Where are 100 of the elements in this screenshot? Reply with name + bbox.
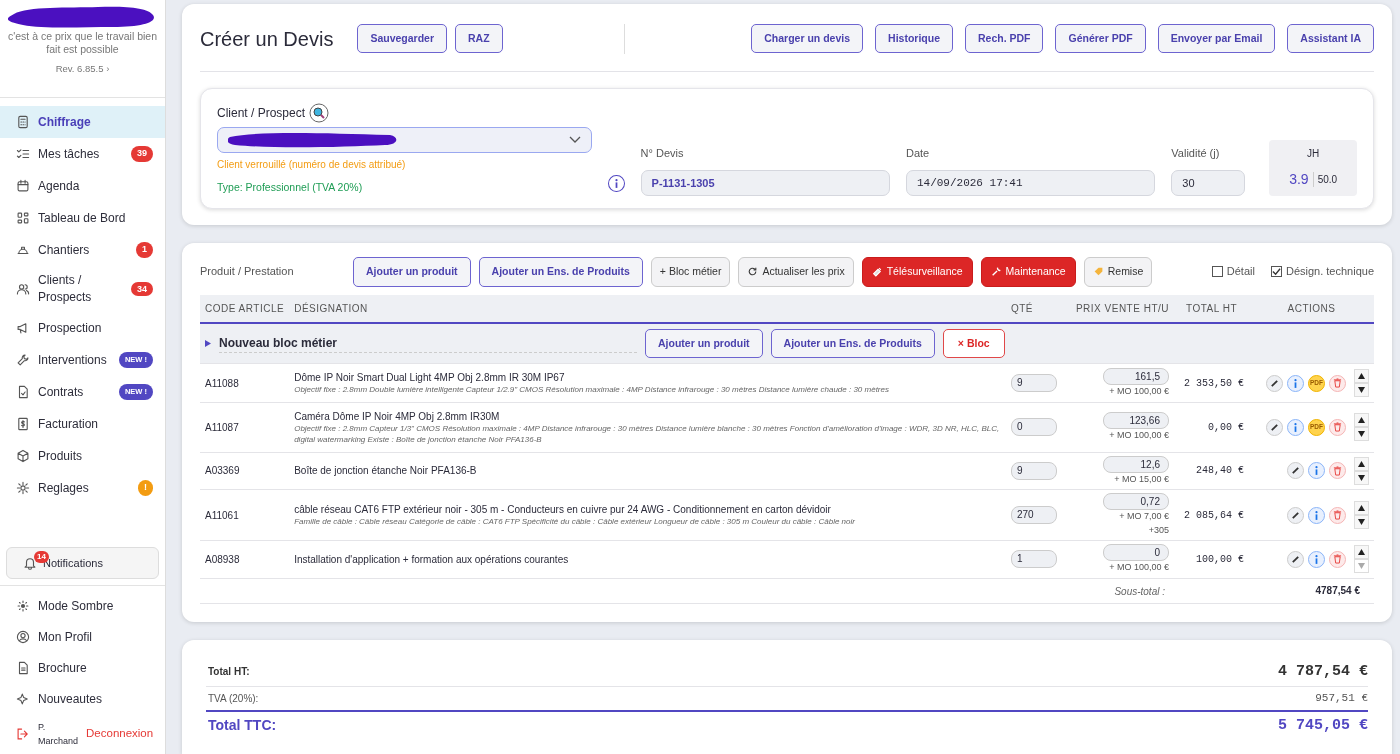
nav-item[interactable]: Produits — [0, 440, 165, 472]
info-icon[interactable] — [1308, 506, 1325, 524]
nav-item[interactable]: Mes tâches 39 — [0, 138, 165, 170]
delete-icon[interactable] — [1329, 418, 1346, 436]
toolbar-button[interactable]: Envoyer par Email — [1157, 23, 1276, 54]
edit-icon[interactable] — [1266, 418, 1283, 436]
document-check-icon — [16, 385, 30, 399]
move-down-button[interactable] — [1354, 383, 1369, 398]
quantity-field[interactable]: 1 — [1010, 550, 1057, 569]
column-header: ACTIONS — [1249, 294, 1374, 323]
input-field[interactable]: 14/09/2026 17:41 — [905, 169, 1156, 196]
field-label: Date — [905, 146, 931, 162]
info-icon[interactable] — [608, 174, 625, 192]
quantity-field[interactable]: 9 — [1010, 461, 1057, 480]
toolbar-button[interactable]: Ajouter un produit — [353, 256, 471, 287]
move-down-button[interactable] — [1354, 427, 1369, 442]
quantity-field[interactable]: 0 — [1010, 418, 1057, 437]
triangle-down-icon — [1358, 563, 1365, 570]
nav-item[interactable]: Tableau de Bord — [0, 202, 165, 234]
toolbar-button[interactable]: Ajouter un produit — [645, 328, 763, 359]
quantity-field[interactable]: 270 — [1010, 506, 1057, 525]
column-header: DÉSIGNATION — [289, 294, 1006, 323]
price-field[interactable]: 161,5 — [1103, 367, 1169, 385]
nav-item[interactable]: Nouveautes — [0, 683, 165, 714]
logout-link[interactable]: Deconnexion — [86, 725, 154, 743]
nav-item[interactable]: Prospection — [0, 312, 165, 344]
toolbar-button[interactable]: Télésurveillance — [861, 256, 973, 287]
page-title: Créer un Devis — [200, 26, 334, 52]
caret-icon[interactable] — [205, 339, 211, 347]
wrench-icon — [990, 266, 1002, 278]
nav-item[interactable]: Facturation — [0, 408, 165, 440]
table-cell: A11061 — [200, 489, 290, 541]
toolbar-button[interactable]: RAZ — [455, 23, 503, 54]
input-field[interactable]: 30 — [1171, 169, 1246, 196]
toolbar-button[interactable]: Remise — [1083, 256, 1153, 287]
toolbar-button[interactable]: Ajouter un Ens. de Produits — [770, 328, 935, 359]
product-description: Objectif fixe : 2.8mm Double lumière intelligente Capteur 1/2.9" CMOS Résolution maximale : 4MP Distance infrarouge : 30 mètres Distance lumière chaude : 30 mètres — [294, 385, 890, 397]
version-link[interactable]: Rev. 6.85.5 › — [6, 62, 159, 77]
price-field[interactable]: 12,6 — [1103, 455, 1169, 473]
move-down-button[interactable] — [1354, 515, 1369, 530]
price-field[interactable]: 123,66 — [1103, 412, 1169, 430]
move-up-button[interactable] — [1354, 501, 1369, 516]
move-up-button[interactable] — [1354, 456, 1369, 471]
dashboard-icon — [16, 211, 30, 225]
info-icon[interactable] — [1287, 418, 1304, 436]
table-cell: 248,40 € — [1174, 452, 1249, 490]
nav-item[interactable]: Agenda — [0, 170, 165, 202]
move-up-button[interactable] — [1354, 545, 1369, 560]
extra-note: +305 — [1147, 523, 1169, 537]
delete-icon[interactable] — [1329, 550, 1346, 568]
total-label: Total TTC: — [208, 716, 277, 736]
column-header: TOTAL HT — [1174, 294, 1249, 323]
edit-icon[interactable] — [1287, 462, 1304, 480]
toolbar-button[interactable]: + Bloc métier — [650, 256, 731, 287]
toolbar-button[interactable]: Maintenance — [980, 256, 1076, 287]
nav-item[interactable]: Mon Profil — [0, 621, 165, 652]
count-badge: 34 — [131, 281, 153, 297]
nav-item[interactable]: Mode Sombre — [0, 590, 165, 621]
move-up-button[interactable] — [1354, 413, 1369, 428]
input-field[interactable]: P-1131-1305 — [640, 169, 890, 196]
toolbar-button[interactable]: Assistant IA — [1287, 23, 1374, 54]
table-cell: 100,00 € — [1174, 540, 1249, 579]
move-up-button[interactable] — [1354, 369, 1369, 384]
checkbox[interactable]: Désign. technique — [1270, 263, 1374, 280]
nav-item[interactable]: Brochure — [0, 652, 165, 683]
delete-icon[interactable] — [1329, 506, 1346, 524]
toolbar-button[interactable]: Rech. PDF — [964, 23, 1044, 54]
toolbar-button[interactable]: Sauvegarder — [357, 23, 447, 54]
toolbar-button[interactable]: Générer PDF — [1055, 23, 1146, 54]
client-select[interactable] — [217, 127, 592, 153]
info-icon[interactable] — [1308, 550, 1325, 568]
user-icon — [16, 629, 30, 644]
subtotal-value: 4787,54 € — [1174, 578, 1374, 604]
client-type: Type: Professionnel (TVA 20%) — [217, 180, 364, 195]
search-icon[interactable] — [309, 103, 330, 123]
toolbar-button[interactable]: Actualiser les prix — [738, 256, 854, 287]
nav-item[interactable]: Chantiers 1 — [0, 234, 165, 266]
price-field[interactable]: 0 — [1103, 544, 1169, 562]
edit-icon[interactable] — [1287, 506, 1304, 524]
nav-item[interactable]: Reglages ! — [0, 472, 165, 504]
nav-item[interactable]: Chiffrage — [0, 106, 165, 138]
toolbar-button[interactable]: Ajouter un Ens. de Produits — [478, 256, 643, 287]
calendar-icon — [16, 179, 30, 193]
toolbar-button[interactable]: Historique — [875, 23, 953, 54]
checkbox[interactable]: Détail — [1211, 263, 1255, 280]
price-field[interactable]: 0,72 — [1103, 493, 1169, 511]
info-icon[interactable] — [1287, 374, 1304, 392]
toolbar-button[interactable]: Charger un devis — [751, 23, 864, 54]
edit-icon[interactable] — [1287, 550, 1304, 568]
delete-icon[interactable] — [1329, 374, 1346, 392]
toolbar-button[interactable]: × Bloc — [942, 328, 1005, 359]
product-name: Caméra Dôme IP Noir 4MP Obj 2.8mm IR30M — [294, 410, 501, 425]
edit-icon[interactable] — [1266, 374, 1283, 392]
users-icon — [16, 282, 30, 296]
quantity-field[interactable]: 9 — [1010, 374, 1057, 393]
table-cell: A08938 — [200, 540, 290, 579]
nav-item[interactable]: Clients / Prospects 34 — [0, 266, 165, 312]
info-icon[interactable] — [1308, 462, 1325, 480]
total-label: Total HT: — [208, 665, 250, 680]
delete-icon[interactable] — [1329, 462, 1346, 480]
